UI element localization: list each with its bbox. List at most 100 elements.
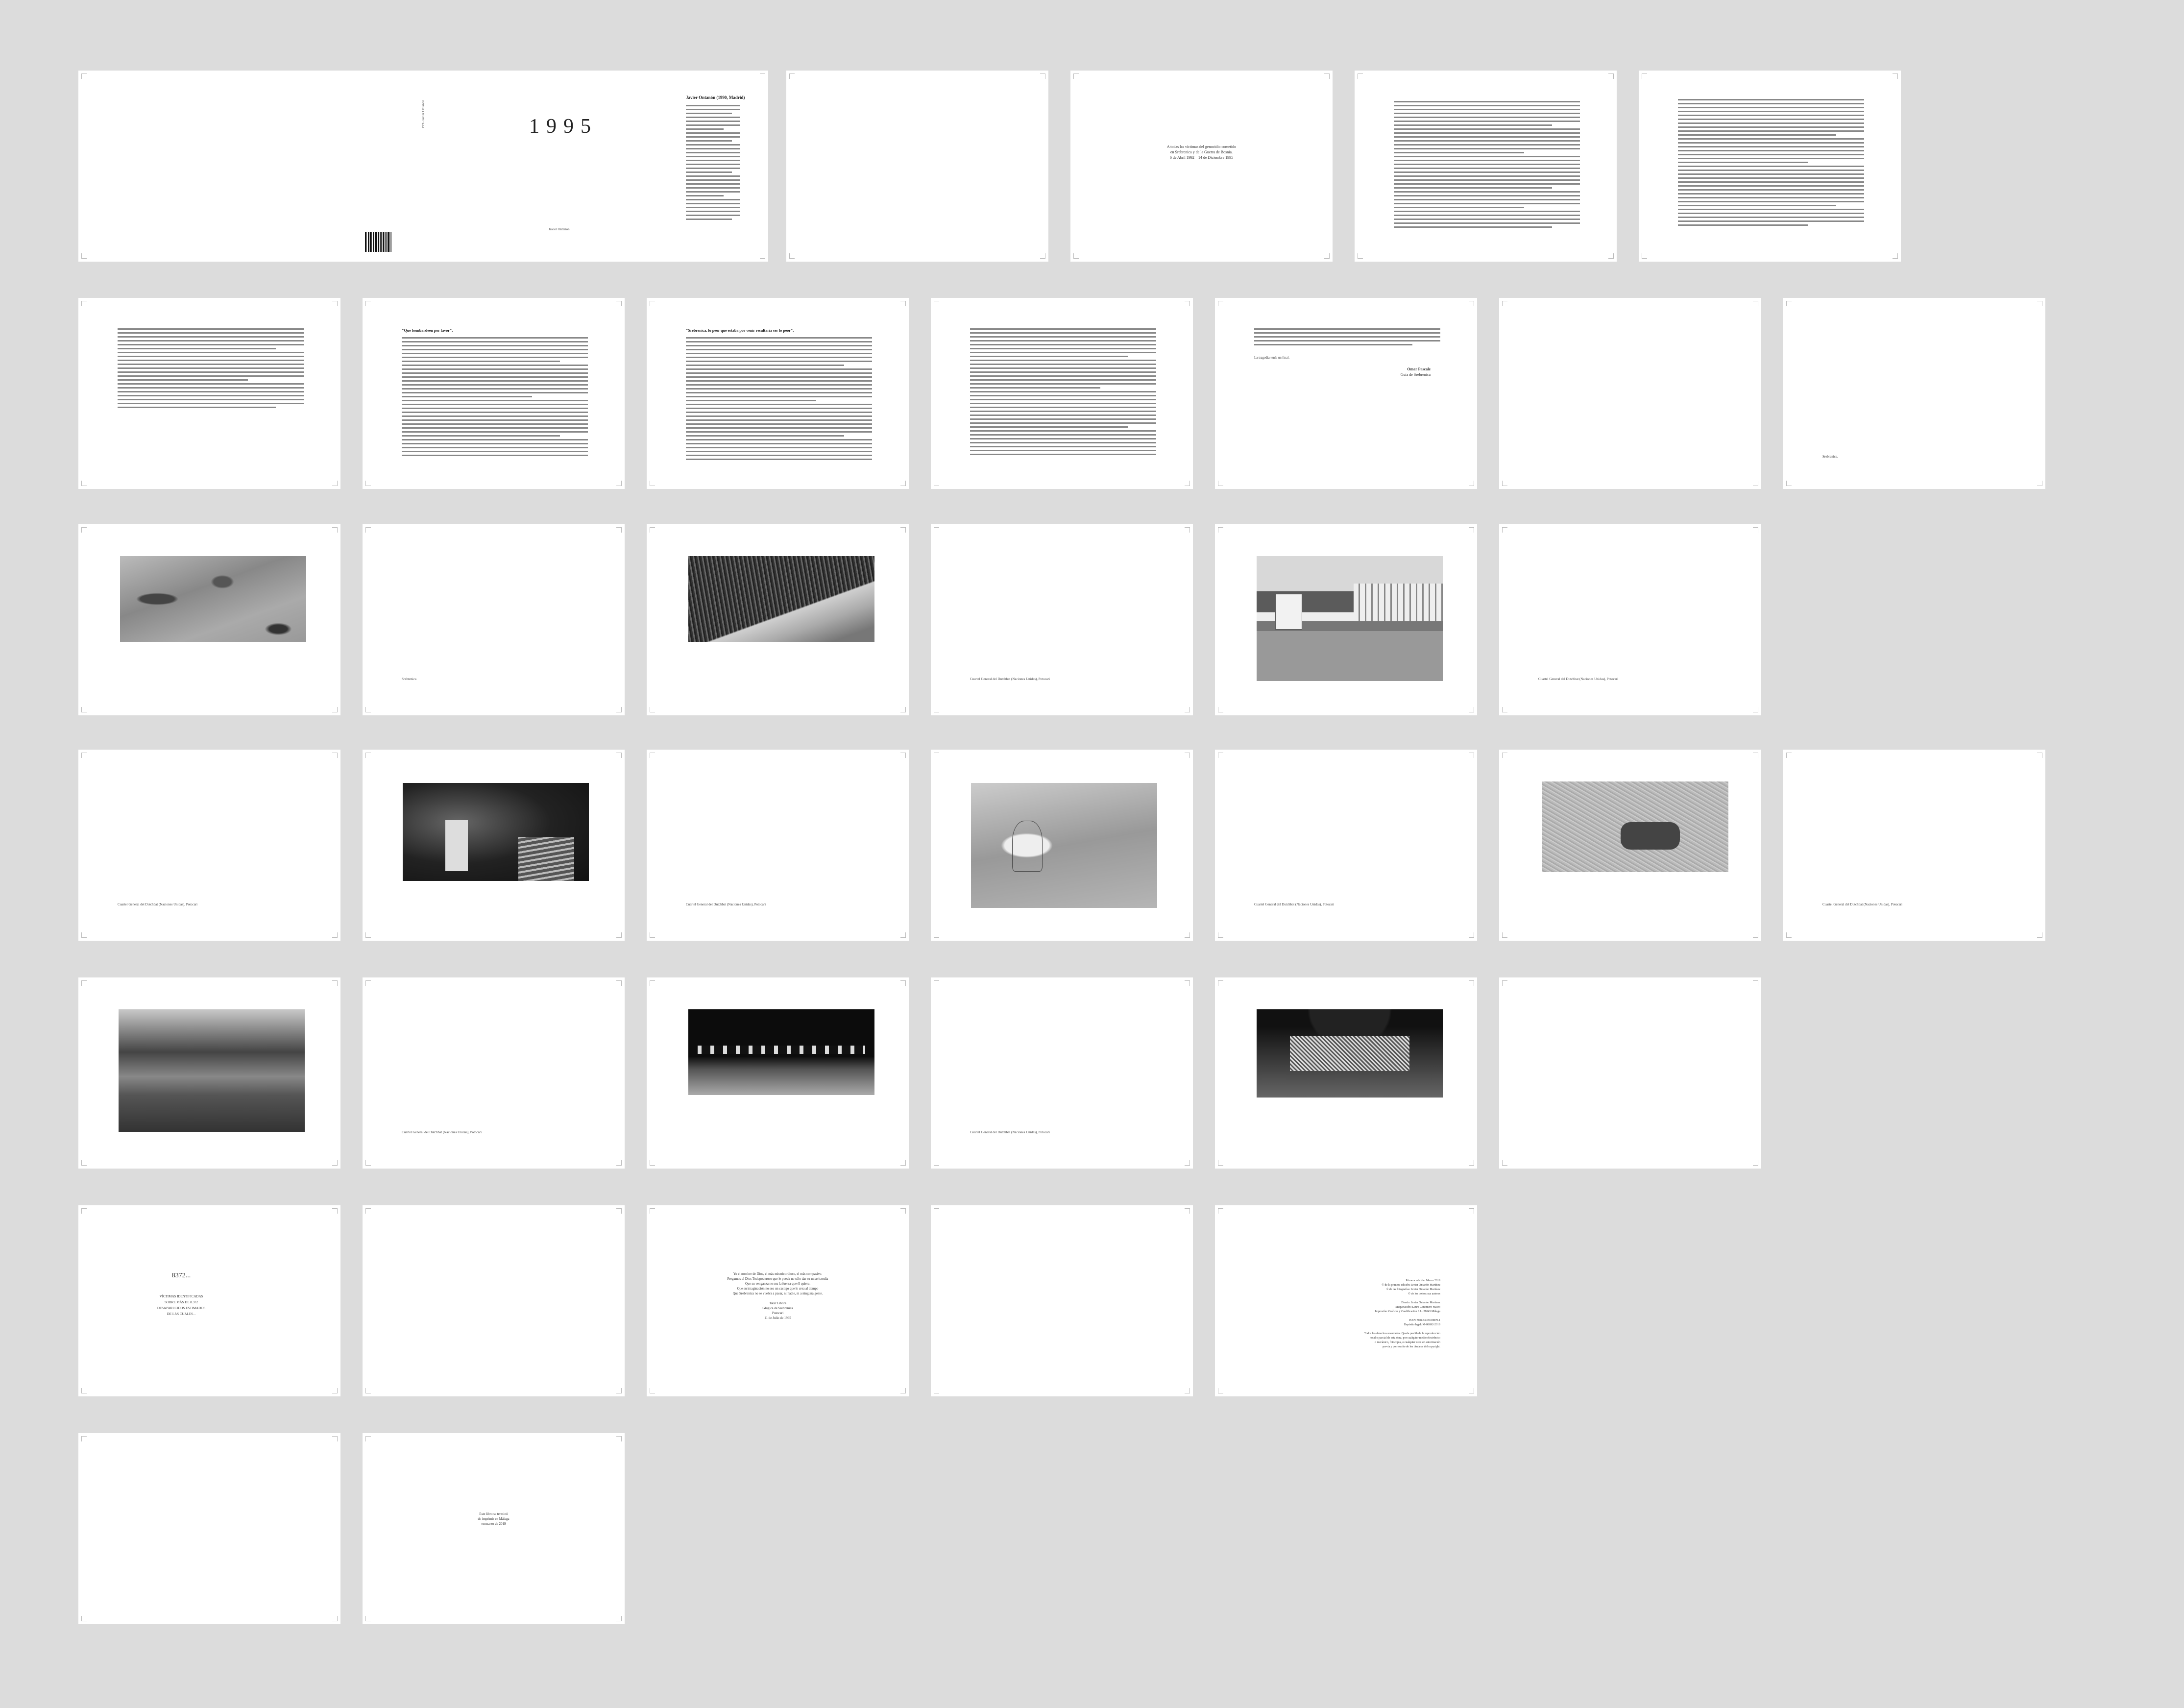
crop-mark-icon (332, 301, 338, 306)
count-line: SOBRE MÁS DE 8.372 (164, 1300, 198, 1304)
page-caption-barracks-2[interactable]: Cuartel General del Dutchbat (Naciones U… (1499, 524, 1761, 715)
crop-mark-icon (616, 753, 622, 758)
crop-mark-icon (81, 1436, 87, 1441)
crop-mark-icon (365, 1616, 371, 1621)
page-photo-doorway[interactable] (363, 750, 625, 941)
cover-spread[interactable]: 1995 Javier Ontanón 1995 Javier Ontanón … (78, 71, 768, 262)
page-caption-barracks-4[interactable]: Cuartel General del Dutchbat (Naciones U… (647, 750, 909, 941)
photo-dark-doorway (403, 783, 589, 881)
page-photo-compound[interactable]: Cuartel General del Dutchbat (Naciones U… (1215, 524, 1477, 715)
crop-mark-icon (1753, 980, 1758, 986)
page-text-intro[interactable] (1355, 71, 1617, 262)
body-text (1394, 101, 1580, 230)
crop-mark-icon (365, 1208, 371, 1214)
edition-line: © de la primera edición: Javier Ontanón … (1382, 1284, 1440, 1287)
crop-mark-icon (760, 253, 765, 259)
page-photo-mist-town[interactable] (78, 977, 340, 1169)
photo-caption: Cuartel General del Dutchbat (Naciones U… (1254, 903, 1335, 906)
crop-mark-icon (900, 707, 906, 712)
page-count[interactable]: 8372... VÍCTIMAS IDENTIFICADAS SOBRE MÁS… (78, 1205, 340, 1396)
dedication-line: 6 de Abril 1992 – 14 de Diciembre 1995 (1169, 155, 1234, 160)
page-photo-hangar[interactable] (647, 977, 909, 1169)
edition-line: Primera edición: Marzo 2019 (1406, 1279, 1440, 1282)
page-caption-srebrenica[interactable]: Srebrenica (363, 524, 625, 715)
crop-mark-icon (1786, 301, 1792, 306)
page-caption-barracks-6[interactable]: Cuartel General del Dutchbat (Naciones U… (1783, 750, 2045, 941)
body-text (686, 337, 872, 463)
crop-mark-icon (934, 932, 939, 938)
crop-mark-icon (650, 1388, 655, 1393)
page-text-quote1[interactable]: "Que bombardeen por favor". (363, 298, 625, 489)
page-blank-4[interactable] (363, 1205, 625, 1396)
final-text: Este libro se terminó de imprimir en Mál… (441, 1512, 546, 1526)
crop-mark-icon (81, 527, 87, 533)
count-line: VÍCTIMAS IDENTIFICADAS (159, 1294, 203, 1298)
page-text-2[interactable] (931, 298, 1193, 489)
crop-mark-icon (1469, 481, 1474, 486)
crop-mark-icon (934, 707, 939, 712)
crop-mark-icon (1469, 707, 1474, 712)
photo-caption: Srebrenica (402, 677, 416, 681)
crop-mark-icon (900, 932, 906, 938)
crop-mark-icon (81, 1616, 87, 1621)
page-photo-wall[interactable] (78, 524, 340, 715)
crop-mark-icon (616, 980, 622, 986)
page-srebrenica-note[interactable]: Srebrenica. (1783, 298, 2045, 489)
crop-mark-icon (934, 1388, 939, 1393)
page-blank-2[interactable] (1499, 298, 1761, 489)
crop-mark-icon (365, 1388, 371, 1393)
photo-forest-roofs (688, 556, 874, 642)
page-text-1[interactable] (78, 298, 340, 489)
count-line: DESAPARECIDOS ESTIMADOS (157, 1306, 206, 1310)
lit-doorway (445, 820, 468, 871)
page-text-signature[interactable]: La tragedia tenía un final. Omar Pascale… (1215, 298, 1477, 489)
crop-mark-icon (934, 481, 939, 486)
page-text-quote2[interactable]: "Srebrenica, lo peor que estaba por veni… (647, 298, 909, 489)
crop-mark-icon (81, 301, 87, 306)
page-blank-3[interactable] (1499, 977, 1761, 1169)
page-photo-ornate-ceiling[interactable] (1215, 977, 1477, 1169)
edition-line: © de las fotografías: Javier Ontanón Mar… (1386, 1288, 1440, 1291)
crop-mark-icon (1469, 301, 1474, 306)
page-photo-roofs[interactable] (647, 524, 909, 715)
crop-mark-icon (760, 73, 765, 79)
crop-mark-icon (650, 527, 655, 533)
page-blank-1[interactable] (786, 71, 1048, 262)
flap-bio-text (686, 105, 740, 222)
crop-mark-icon (616, 1616, 622, 1621)
body-text (402, 337, 588, 459)
page-final[interactable]: Este libro se terminó de imprimir en Mál… (363, 1433, 625, 1624)
page-edition[interactable]: Primera edición: Marzo 2019 © de la prim… (1215, 1205, 1477, 1396)
page-blank-6[interactable] (78, 1433, 340, 1624)
page-caption-barracks-8[interactable]: Cuartel General del Dutchbat (Naciones U… (931, 977, 1193, 1169)
page-caption-barracks-7[interactable]: Cuartel General del Dutchbat (Naciones U… (363, 977, 625, 1169)
page-dedication[interactable]: A todas las víctimas del genocidio comet… (1070, 71, 1333, 262)
blank-page-note: Srebrenica. (1822, 455, 1838, 459)
crop-mark-icon (1753, 1160, 1758, 1166)
poem-text: Yo el nombre de Dios, el más misericordi… (681, 1271, 874, 1320)
photo-misty-valley (119, 1009, 305, 1132)
crop-mark-icon (2037, 753, 2042, 758)
page-caption-barracks-1[interactable]: Cuartel General del Dutchbat (Naciones U… (931, 524, 1193, 715)
crop-mark-icon (365, 527, 371, 533)
crop-mark-icon (789, 253, 795, 259)
body-text (970, 328, 1156, 458)
crop-mark-icon (365, 1160, 371, 1166)
crop-mark-icon (650, 753, 655, 758)
page-photo-tank-graffiti[interactable] (1499, 750, 1761, 941)
poem-signature-line: Glúgica de Srebrenica (762, 1306, 793, 1310)
crop-mark-icon (365, 707, 371, 712)
page-caption-barracks-5[interactable]: Cuartel General del Dutchbat (Naciones U… (1215, 750, 1477, 941)
photo-caption: Cuartel General del Dutchbat (Naciones U… (402, 1130, 482, 1134)
crop-mark-icon (900, 753, 906, 758)
page-blank-5[interactable] (931, 1205, 1193, 1396)
crop-mark-icon (650, 932, 655, 938)
cover-title: 1995 (529, 115, 598, 138)
page-poem[interactable]: Yo el nombre de Dios, el más misericordi… (647, 1205, 909, 1396)
page-caption-barracks-3[interactable]: Cuartel General del Dutchbat (Naciones U… (78, 750, 340, 941)
page-text-history[interactable] (1639, 71, 1901, 262)
crop-mark-icon (934, 527, 939, 533)
page-photo-graffiti-wall[interactable] (931, 750, 1193, 941)
crop-mark-icon (1185, 1208, 1190, 1214)
crop-mark-icon (81, 707, 87, 712)
